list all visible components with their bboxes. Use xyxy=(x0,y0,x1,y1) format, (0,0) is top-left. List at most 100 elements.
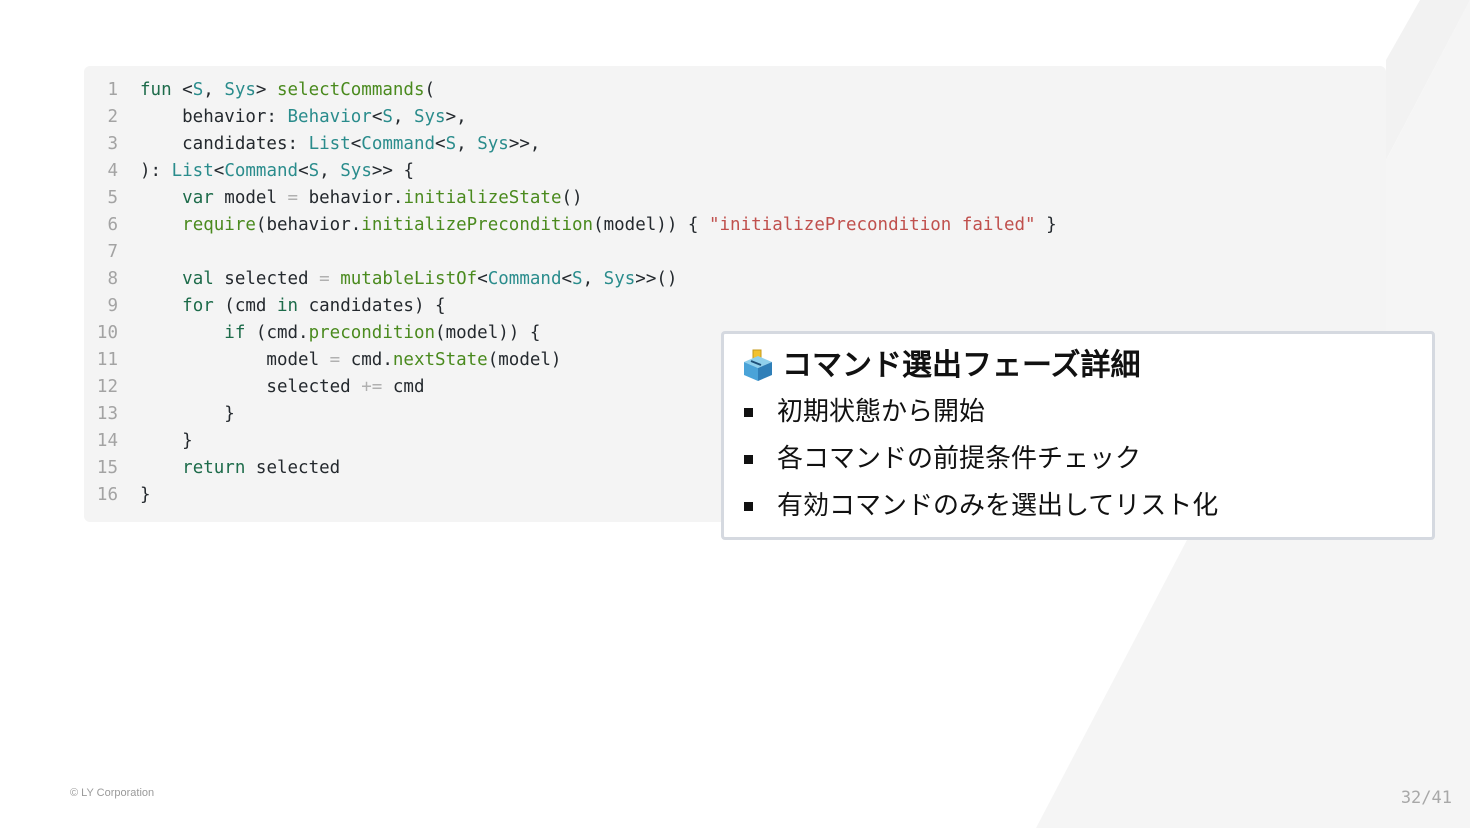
code-token: initializePrecondition xyxy=(361,215,594,235)
line-number: 9 xyxy=(107,296,118,316)
code-token: >>() xyxy=(635,269,678,289)
code-token: model xyxy=(140,350,330,370)
code-line: 1 fun <S, Sys> selectCommands( xyxy=(84,77,435,104)
line-number: 16 xyxy=(96,485,118,505)
code-token: candidates) { xyxy=(298,296,446,316)
code-line: 5 var model = behavior.initializeState() xyxy=(84,185,583,212)
line-number: 14 xyxy=(96,431,118,451)
code-token: fun xyxy=(140,80,172,100)
code-token: } xyxy=(140,404,235,424)
code-token: behavior. xyxy=(298,188,404,208)
code-token: S xyxy=(572,269,583,289)
line-number: 1 xyxy=(107,80,118,100)
code-token: (behavior. xyxy=(255,215,362,235)
code-token: >>, xyxy=(508,134,541,154)
code-token: , xyxy=(392,107,414,127)
code-token: < xyxy=(171,80,193,100)
code-line: 7 xyxy=(84,239,140,266)
line-number: 2 xyxy=(107,107,118,127)
code-line: 10 if (cmd.precondition(model)) { xyxy=(84,320,540,347)
ballot-box-icon xyxy=(744,349,772,381)
code-token: S xyxy=(308,161,320,181)
code-token: > xyxy=(255,80,277,100)
code-token: Sys xyxy=(413,107,446,127)
code-token: S xyxy=(382,107,393,127)
line-number: 12 xyxy=(96,377,118,397)
line-number: 8 xyxy=(107,269,118,289)
code-token: return xyxy=(182,458,246,478)
code-token: () xyxy=(561,188,583,208)
code-token: for xyxy=(182,296,214,316)
code-line: 9 for (cmd in candidates) { xyxy=(84,293,446,320)
code-token: } xyxy=(140,485,151,505)
code-token: var xyxy=(182,188,214,208)
code-token: selected xyxy=(245,458,341,478)
bullet-square-icon xyxy=(744,408,753,417)
code-token: precondition xyxy=(308,323,436,343)
code-token: selected xyxy=(140,377,362,397)
code-token: Sys xyxy=(340,161,372,181)
code-token: candidates: xyxy=(140,134,309,154)
code-token: nextState xyxy=(392,350,488,370)
code-token: Command xyxy=(361,134,436,154)
code-token: < xyxy=(477,269,488,289)
bullet-square-icon xyxy=(744,502,753,511)
code-line: 12 selected += cmd xyxy=(84,374,425,401)
code-token: List xyxy=(171,161,214,181)
code-token: >> { xyxy=(371,161,415,181)
line-number: 7 xyxy=(107,242,118,262)
code-token: S xyxy=(445,134,457,154)
code-token: } xyxy=(140,431,193,451)
code-token: += xyxy=(361,377,383,397)
code-token: >, xyxy=(445,107,467,127)
line-number: 13 xyxy=(96,404,118,424)
page-number: 32/41 xyxy=(1400,788,1452,808)
code-token: S xyxy=(192,80,204,100)
code-line: 14 } xyxy=(84,428,193,455)
code-line: 6 require(behavior.initializePreconditio… xyxy=(84,212,1056,239)
bullet-text: 各コマンドの前提条件チェック xyxy=(777,444,1142,474)
code-token: < xyxy=(350,134,362,154)
line-number: 3 xyxy=(107,134,118,154)
code-token: Command xyxy=(487,269,562,289)
code-token: (model) xyxy=(487,350,562,370)
code-token: Sys xyxy=(603,269,636,289)
code-token: List xyxy=(308,134,351,154)
code-line: 8 val selected = mutableListOf<Command<S… xyxy=(84,266,677,293)
code-token: < xyxy=(213,161,225,181)
code-line: 11 model = cmd.nextState(model) xyxy=(84,347,562,374)
code-token: "initializePrecondition failed" xyxy=(708,215,1036,235)
code-token: (model)) { xyxy=(593,215,709,235)
code-token: (model)) { xyxy=(435,323,541,343)
code-line: 13 } xyxy=(84,401,235,428)
code-token: initializeState xyxy=(403,188,562,208)
code-token: , xyxy=(456,134,478,154)
code-line: 3 candidates: List<Command<S, Sys>>, xyxy=(84,131,540,158)
code-token: < xyxy=(298,161,309,181)
code-token: ( xyxy=(424,80,436,100)
code-token: selectCommands xyxy=(277,80,425,100)
code-token: , xyxy=(203,80,225,100)
code-token: in xyxy=(276,296,299,316)
line-number: 5 xyxy=(107,188,118,208)
code-line: 15 return selected xyxy=(84,455,340,482)
line-number: 11 xyxy=(96,350,118,370)
code-token: , xyxy=(319,161,341,181)
code-token: (cmd. xyxy=(245,323,309,343)
code-token: selected xyxy=(213,269,320,289)
code-line: 2 behavior: Behavior<S, Sys>, xyxy=(84,104,467,131)
callout-box: コマンド選出フェーズ詳細 初期状態から開始 各コマンドの前提条件チェック 有効コ… xyxy=(721,331,1435,540)
code-token: behavior: xyxy=(140,107,288,127)
code-token: < xyxy=(561,269,573,289)
line-number: 15 xyxy=(96,458,118,478)
copyright: © LY Corporation xyxy=(70,787,155,799)
code-line: 16} xyxy=(84,482,151,509)
code-token: = xyxy=(319,269,330,289)
code-token: , xyxy=(582,269,604,289)
line-number: 10 xyxy=(96,323,118,343)
